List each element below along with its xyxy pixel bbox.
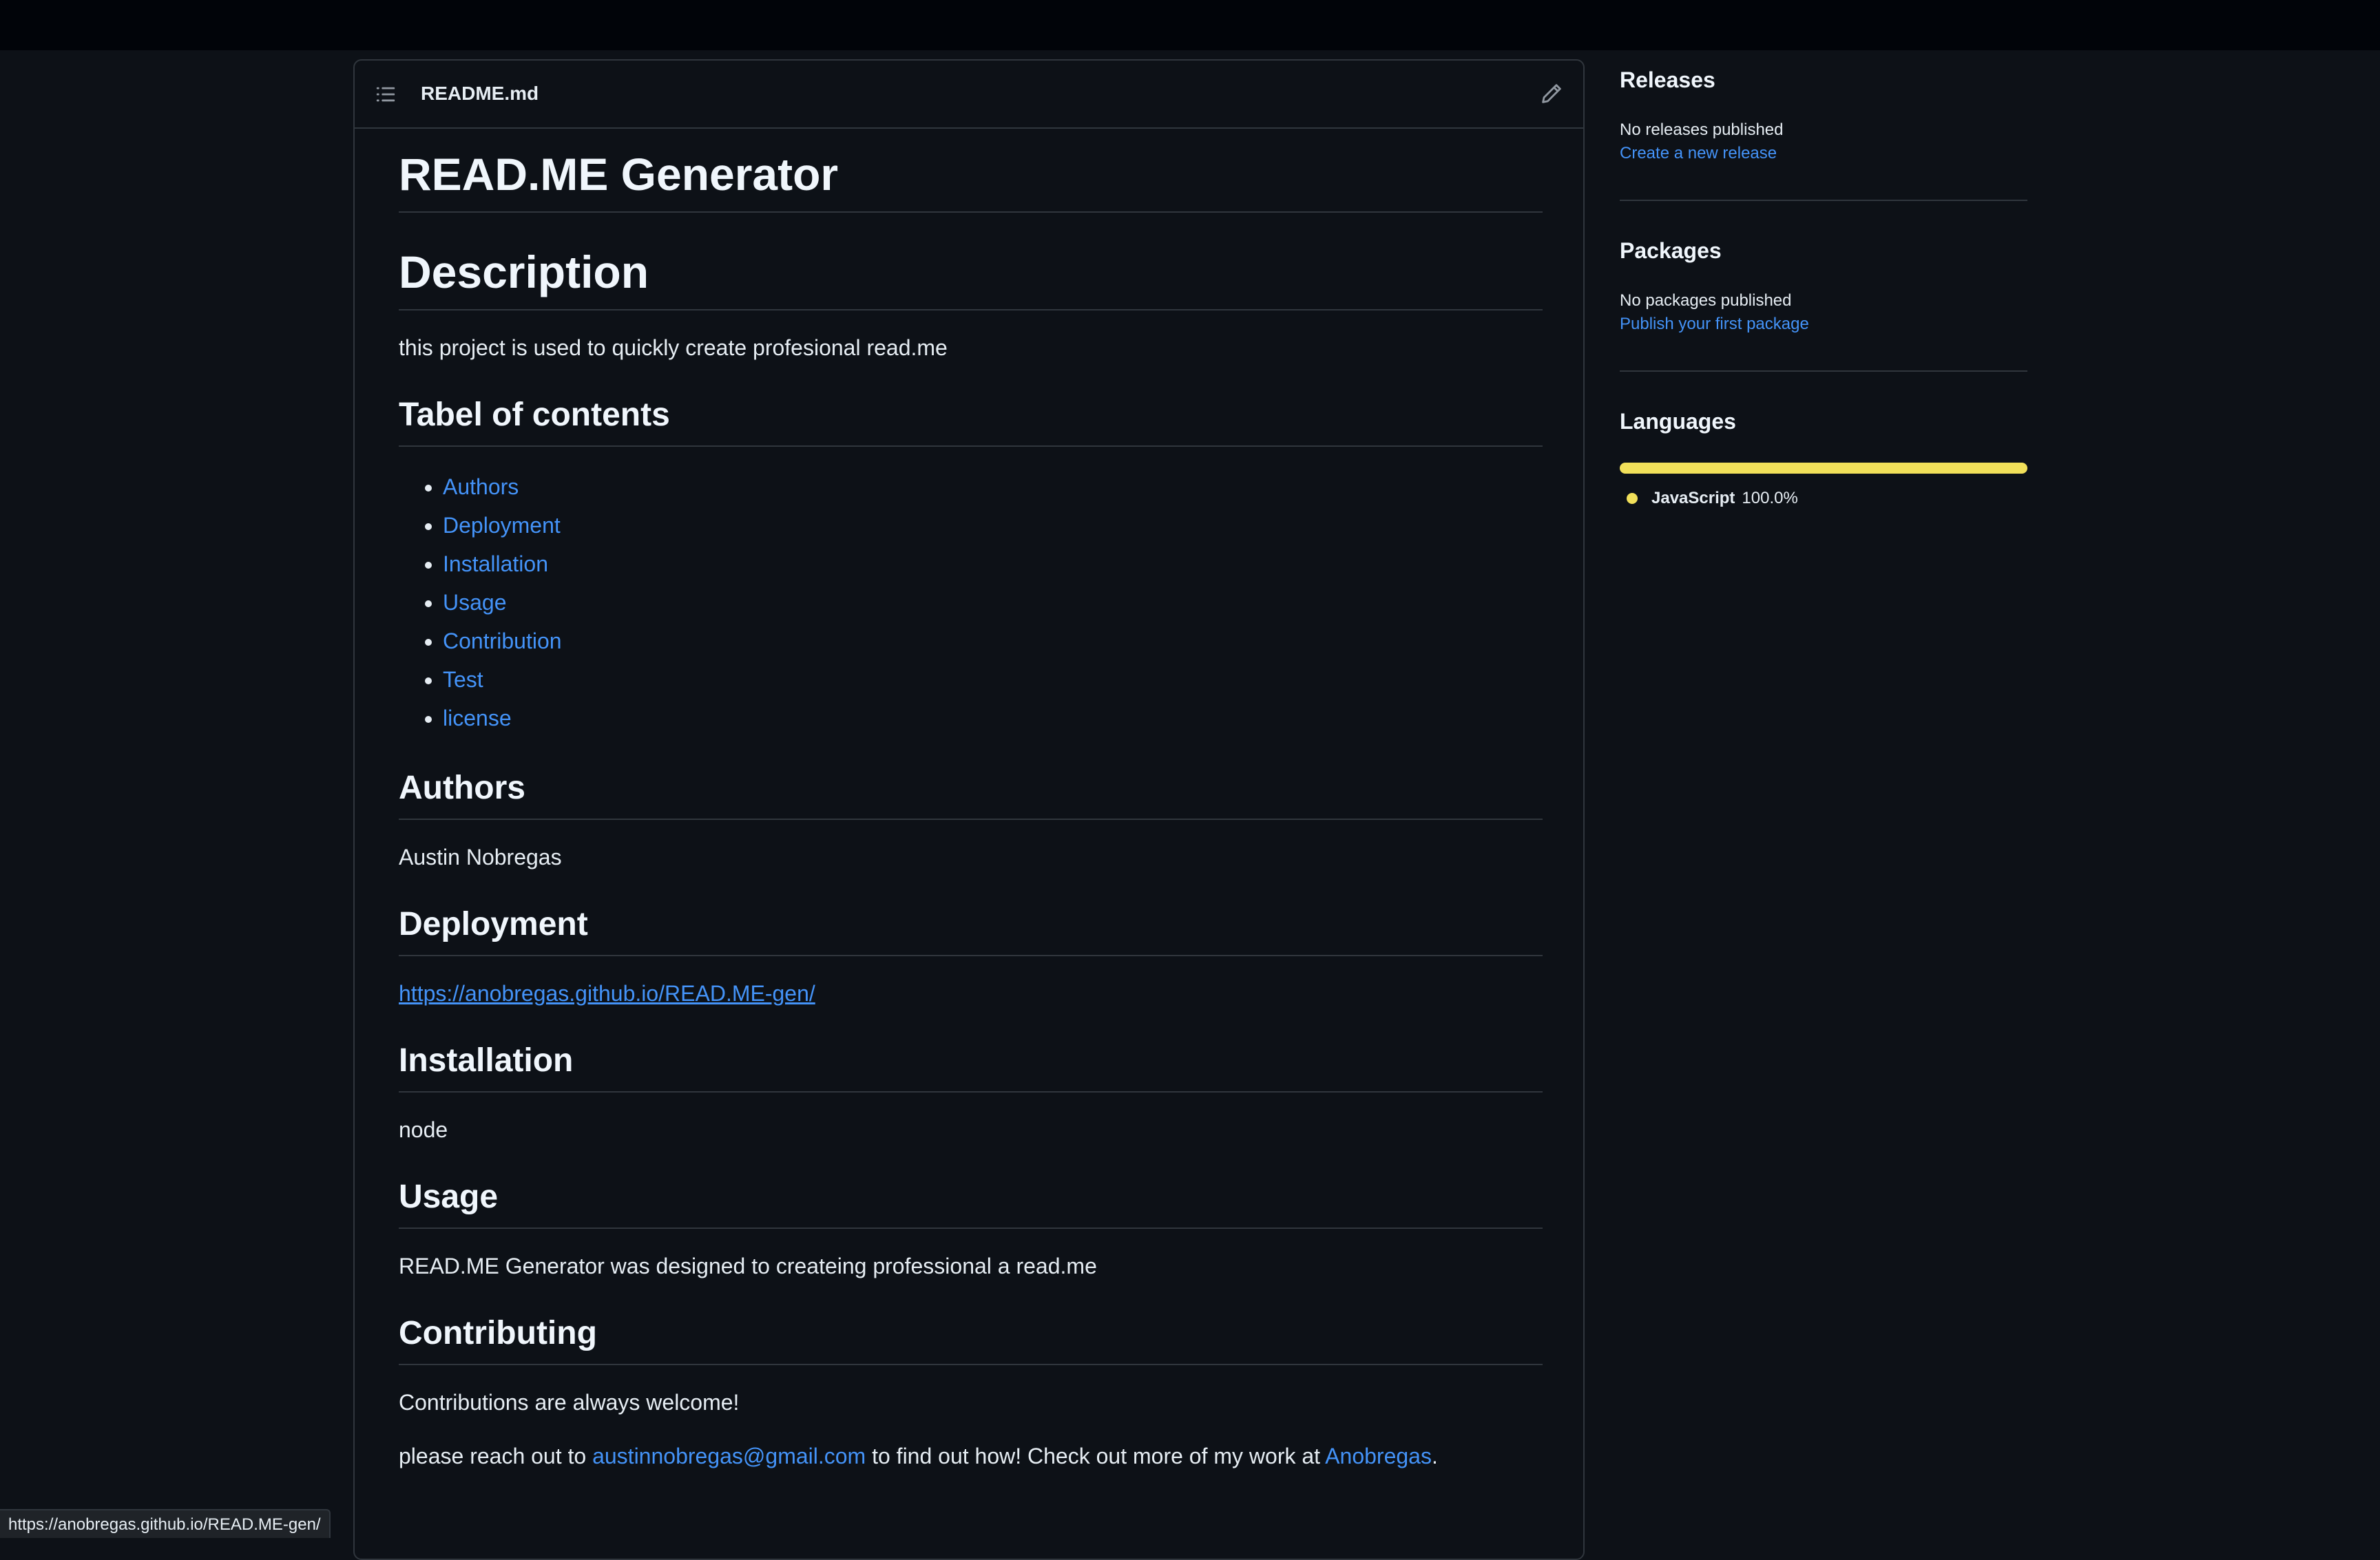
- language-item[interactable]: JavaScript 100.0%: [1620, 489, 2027, 508]
- authors-text: Austin Nobregas: [399, 845, 562, 869]
- readme-content: READ.ME Generator Description this proje…: [399, 147, 1543, 1473]
- contact-paragraph: please reach out to austinnobregas@gmail…: [399, 1440, 1543, 1473]
- toc-link-test[interactable]: Test: [443, 667, 483, 692]
- profile-link[interactable]: Anobregas: [1325, 1444, 1432, 1468]
- releases-title[interactable]: Releases: [1620, 66, 2027, 94]
- toc-link-contribution[interactable]: Contribution: [443, 629, 562, 653]
- language-name: JavaScript: [1651, 489, 1735, 507]
- releases-section: Releases No releases published Create a …: [1620, 66, 2027, 201]
- top-bar: [0, 0, 2380, 50]
- email-link[interactable]: austinnobregas@gmail.com: [592, 1444, 866, 1468]
- contact-prefix: please reach out to: [399, 1444, 593, 1468]
- toc-list: Authors Deployment Installation Usage Co…: [399, 467, 1543, 737]
- list-item: Installation: [443, 545, 1543, 583]
- pencil-icon[interactable]: [1541, 83, 1563, 105]
- readme-filename: README.md: [421, 83, 539, 104]
- readme-header: README.md: [355, 61, 1583, 129]
- list-item: Authors: [443, 467, 1543, 506]
- toc-heading: Tabel of contents: [399, 394, 1543, 447]
- status-bar-url: https://anobregas.github.io/READ.ME-gen/: [0, 1509, 331, 1538]
- toc-link-license[interactable]: license: [443, 706, 512, 730]
- readme-title-heading: READ.ME Generator: [399, 147, 1543, 213]
- language-percent: 100.0%: [1742, 489, 1798, 507]
- releases-empty-text: No releases published: [1620, 120, 1784, 139]
- list-item: Contribution: [443, 622, 1543, 660]
- toc-link-authors[interactable]: Authors: [443, 474, 519, 499]
- list-item: Usage: [443, 583, 1543, 622]
- contributing-text: Contributions are always welcome!: [399, 1390, 740, 1415]
- toc-link-usage[interactable]: Usage: [443, 590, 507, 615]
- repo-sidebar: Releases No releases published Create a …: [1620, 66, 2027, 578]
- packages-section: Packages No packages published Publish y…: [1620, 237, 2027, 372]
- contact-suffix: .: [1431, 1444, 1438, 1468]
- description-heading: Description: [399, 244, 1543, 310]
- toc-link-installation[interactable]: Installation: [443, 551, 548, 576]
- usage-heading: Usage: [399, 1177, 1543, 1229]
- create-release-link[interactable]: Create a new release: [1620, 142, 2027, 165]
- authors-heading: Authors: [399, 768, 1543, 820]
- list-item: Deployment: [443, 506, 1543, 545]
- deployment-heading: Deployment: [399, 904, 1543, 956]
- usage-text: READ.ME Generator was designed to create…: [399, 1254, 1097, 1278]
- description-text: this project is used to quickly create p…: [399, 335, 948, 360]
- installation-text: node: [399, 1117, 448, 1142]
- table-of-contents-icon[interactable]: [375, 84, 396, 105]
- languages-title: Languages: [1620, 409, 1736, 434]
- packages-empty-text: No packages published: [1620, 291, 1792, 310]
- contributing-heading: Contributing: [399, 1313, 1543, 1365]
- readme-panel: README.md READ.ME Generator Description …: [353, 59, 1585, 1560]
- language-color-dot: [1627, 493, 1638, 504]
- publish-package-link[interactable]: Publish your first package: [1620, 313, 2027, 336]
- toc-link-deployment[interactable]: Deployment: [443, 513, 561, 538]
- list-item: Test: [443, 660, 1543, 699]
- packages-title[interactable]: Packages: [1620, 237, 2027, 264]
- contact-middle: to find out how! Check out more of my wo…: [866, 1444, 1326, 1468]
- language-bar: [1620, 463, 2027, 474]
- installation-heading: Installation: [399, 1040, 1543, 1093]
- deployment-link[interactable]: https://anobregas.github.io/READ.ME-gen/: [399, 981, 815, 1006]
- list-item: license: [443, 699, 1543, 737]
- languages-section: Languages JavaScript 100.0%: [1620, 408, 2027, 542]
